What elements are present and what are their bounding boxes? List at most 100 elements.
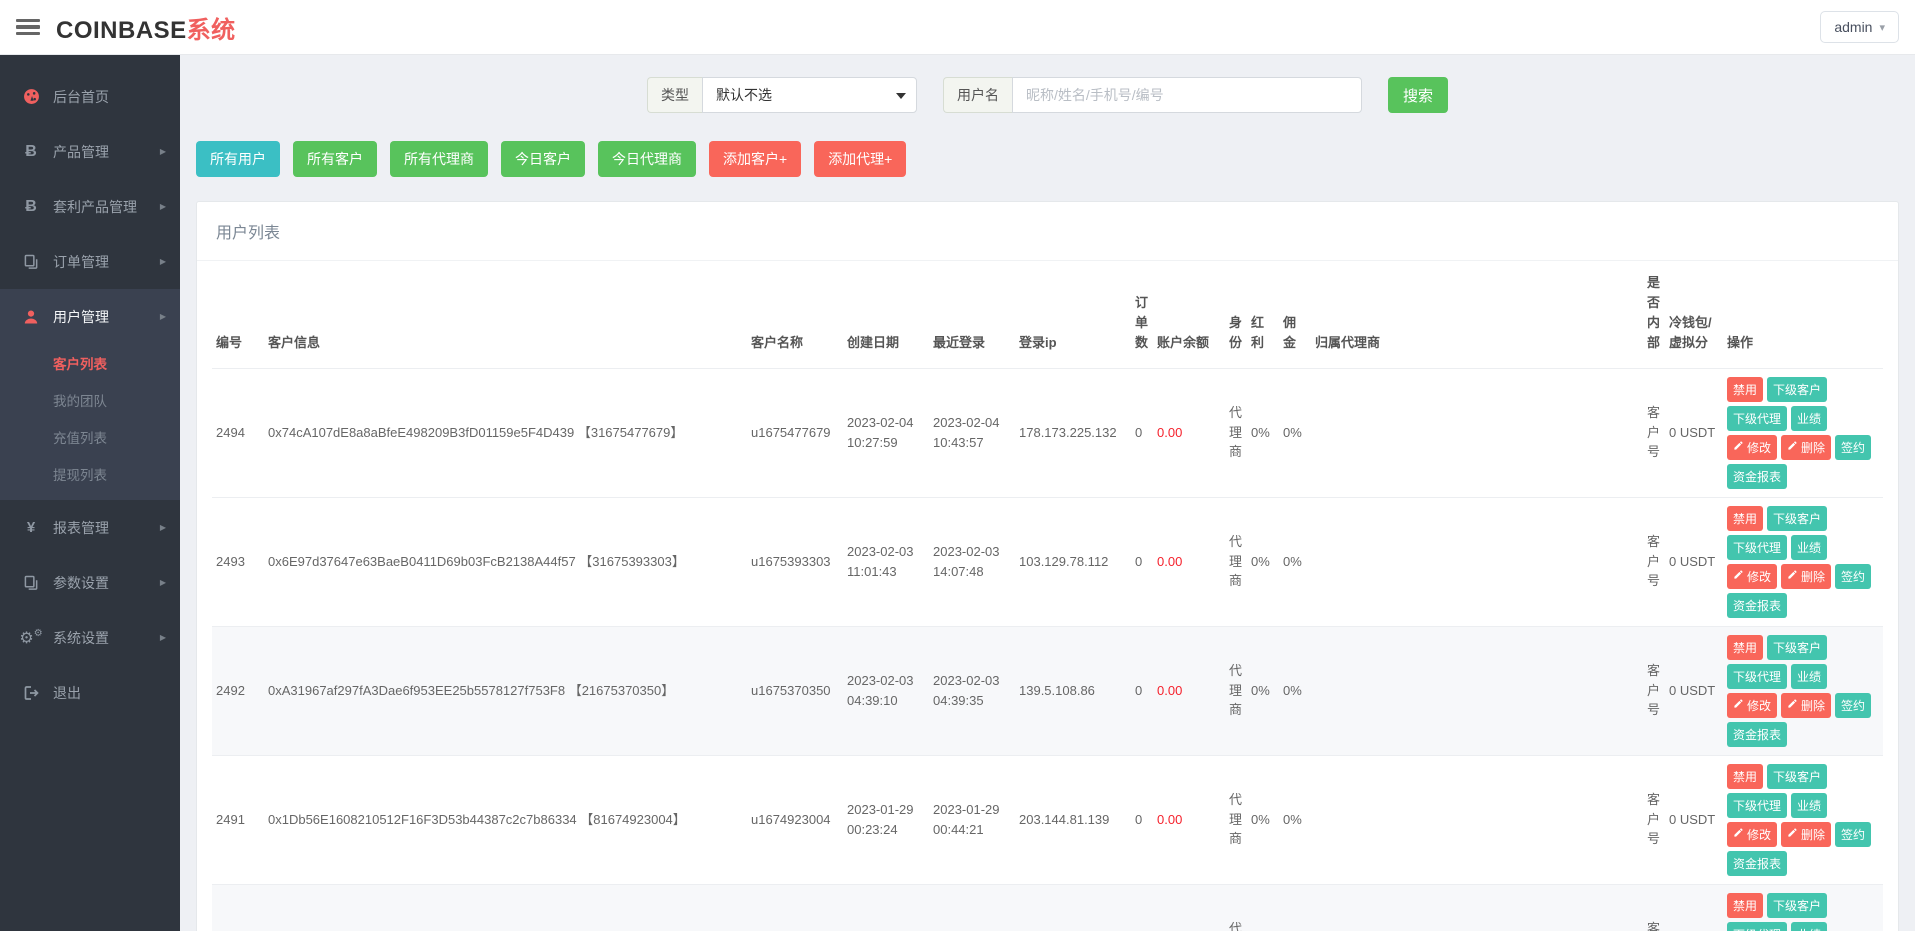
cell-orders: 0 bbox=[1131, 755, 1153, 884]
sidebar-subitem-deposit-list[interactable]: 充值列表 bbox=[0, 418, 180, 455]
action-sign-button[interactable]: 签约 bbox=[1835, 564, 1871, 589]
all-customers-button[interactable]: 所有客户 bbox=[293, 141, 377, 177]
cell-wallet: 0 USDT bbox=[1665, 755, 1723, 884]
action-label: 下级客户 bbox=[1773, 768, 1821, 785]
user-menu-label: admin bbox=[1834, 19, 1872, 35]
action-sign-button[interactable]: 签约 bbox=[1835, 693, 1871, 718]
search-button[interactable]: 搜索 bbox=[1388, 77, 1448, 113]
action-sub-agents-button[interactable]: 下级代理 bbox=[1727, 793, 1787, 818]
sidebar-item-products[interactable]: Ƀ产品管理▶ bbox=[0, 124, 180, 179]
action-fund-report-button[interactable]: 资金报表 bbox=[1727, 722, 1787, 747]
add-agent-button[interactable]: 添加代理+ bbox=[814, 141, 906, 177]
action-disable-button[interactable]: 禁用 bbox=[1727, 893, 1763, 918]
cell-identity: 代理商 bbox=[1225, 368, 1247, 497]
action-sub-agents-button[interactable]: 下级代理 bbox=[1727, 922, 1787, 931]
add-customer-button[interactable]: 添加客户+ bbox=[709, 141, 801, 177]
action-delete-button[interactable]: 删除 bbox=[1781, 564, 1831, 589]
action-sub-customers-button[interactable]: 下级客户 bbox=[1767, 506, 1827, 531]
sidebar-item-logout[interactable]: 退出 bbox=[0, 665, 180, 720]
action-sub-customers-button[interactable]: 下级客户 bbox=[1767, 377, 1827, 402]
cell-name: u1674922962 bbox=[747, 884, 843, 931]
cell-created: 2023-01-29 00:23:24 bbox=[843, 755, 929, 884]
action-sub-agents-button[interactable]: 下级代理 bbox=[1727, 406, 1787, 431]
menu-toggle-icon[interactable] bbox=[16, 19, 40, 36]
sidebar-subitem-withdraw-list[interactable]: 提现列表 bbox=[0, 455, 180, 492]
sidebar-item-label: 后台首页 bbox=[53, 87, 109, 107]
action-fund-report-button[interactable]: 资金报表 bbox=[1727, 464, 1787, 489]
users-table: 编号客户信息客户名称创建日期最近登录登录ip订单数账户余额身份红利佣金归属代理商… bbox=[212, 261, 1883, 931]
today-agents-button[interactable]: 今日代理商 bbox=[598, 141, 696, 177]
action-disable-button[interactable]: 禁用 bbox=[1727, 506, 1763, 531]
action-delete-button[interactable]: 删除 bbox=[1781, 435, 1831, 460]
cell-balance: 0.00 bbox=[1153, 755, 1225, 884]
action-label: 资金报表 bbox=[1733, 726, 1781, 743]
column-header: 身份 bbox=[1225, 261, 1247, 368]
sidebar-item-system[interactable]: ⚙⚙系统设置▶ bbox=[0, 610, 180, 665]
action-delete-button[interactable]: 删除 bbox=[1781, 822, 1831, 847]
chevron-right-icon: ▶ bbox=[160, 633, 166, 642]
type-select[interactable]: 默认不选 bbox=[702, 77, 917, 113]
sidebar-item-dashboard[interactable]: 后台首页 bbox=[0, 69, 180, 124]
all-users-button[interactable]: 所有用户 bbox=[196, 141, 280, 177]
action-disable-button[interactable]: 禁用 bbox=[1727, 764, 1763, 789]
action-disable-button[interactable]: 禁用 bbox=[1727, 635, 1763, 660]
sidebar-item-orders[interactable]: 订单管理▶ bbox=[0, 234, 180, 289]
main-content: 类型 默认不选 用户名 搜索 所有用户所有客户所有代理商今日客户今日代理商添加客… bbox=[180, 55, 1915, 931]
action-fund-report-button[interactable]: 资金报表 bbox=[1727, 593, 1787, 618]
action-edit-button[interactable]: 修改 bbox=[1727, 822, 1777, 847]
column-header: 创建日期 bbox=[843, 261, 929, 368]
cell-agent bbox=[1311, 368, 1643, 497]
sidebar-subitem-customer-list[interactable]: 客户列表 bbox=[0, 344, 180, 381]
chevron-right-icon: ▶ bbox=[160, 312, 166, 321]
sidebar-item-label: 退出 bbox=[53, 683, 81, 703]
action-sub-agents-button[interactable]: 下级代理 bbox=[1727, 535, 1787, 560]
pencil-icon bbox=[1787, 698, 1798, 712]
action-sign-button[interactable]: 签约 bbox=[1835, 435, 1871, 460]
today-customers-button[interactable]: 今日客户 bbox=[501, 141, 585, 177]
all-agents-button[interactable]: 所有代理商 bbox=[390, 141, 488, 177]
row-actions: 禁用下级客户下级代理业绩修改删除签约资金报表 bbox=[1727, 377, 1879, 489]
cell-id: 2493 bbox=[212, 497, 264, 626]
balance-value: 0.00 bbox=[1157, 425, 1182, 440]
action-fund-report-button[interactable]: 资金报表 bbox=[1727, 851, 1787, 876]
cell-name: u1675477679 bbox=[747, 368, 843, 497]
sidebar-item-reports[interactable]: ¥报表管理▶ bbox=[0, 500, 180, 555]
cell-wallet: 0 USDT bbox=[1665, 497, 1723, 626]
column-header: 订单数 bbox=[1131, 261, 1153, 368]
cell-agent bbox=[1311, 497, 1643, 626]
cell-created: 2023-02-03 04:39:10 bbox=[843, 626, 929, 755]
cell-ip: 178.173.225.132 bbox=[1015, 368, 1131, 497]
documents-icon bbox=[20, 254, 42, 270]
action-edit-button[interactable]: 修改 bbox=[1727, 435, 1777, 460]
action-sub-customers-button[interactable]: 下级客户 bbox=[1767, 764, 1827, 789]
action-sign-button[interactable]: 签约 bbox=[1835, 822, 1871, 847]
action-label: 下级代理 bbox=[1733, 539, 1781, 556]
table-row: 24930x6E97d37647e63BaeB0411D69b03FcB2138… bbox=[212, 497, 1883, 626]
username-input[interactable] bbox=[1012, 77, 1362, 113]
action-sub-customers-button[interactable]: 下级客户 bbox=[1767, 893, 1827, 918]
action-performance-button[interactable]: 业绩 bbox=[1791, 535, 1827, 560]
action-edit-button[interactable]: 修改 bbox=[1727, 693, 1777, 718]
action-label: 下级代理 bbox=[1733, 926, 1781, 931]
sidebar-item-params[interactable]: 参数设置▶ bbox=[0, 555, 180, 610]
sidebar-item-label: 套利产品管理 bbox=[53, 197, 137, 217]
sidebar-subitem-my-team[interactable]: 我的团队 bbox=[0, 381, 180, 418]
action-sub-agents-button[interactable]: 下级代理 bbox=[1727, 664, 1787, 689]
action-delete-button[interactable]: 删除 bbox=[1781, 693, 1831, 718]
action-sub-customers-button[interactable]: 下级客户 bbox=[1767, 635, 1827, 660]
action-disable-button[interactable]: 禁用 bbox=[1727, 377, 1763, 402]
brand-text: COINBASE bbox=[56, 17, 187, 44]
action-edit-button[interactable]: 修改 bbox=[1727, 564, 1777, 589]
action-label: 签约 bbox=[1841, 439, 1865, 456]
action-performance-button[interactable]: 业绩 bbox=[1791, 406, 1827, 431]
cell-id: 2491 bbox=[212, 755, 264, 884]
cell-name: u1674923004 bbox=[747, 755, 843, 884]
cell-ip: 203.144.81.139 bbox=[1015, 755, 1131, 884]
action-performance-button[interactable]: 业绩 bbox=[1791, 664, 1827, 689]
user-menu[interactable]: admin ▾ bbox=[1820, 11, 1899, 43]
table-header-row: 编号客户信息客户名称创建日期最近登录登录ip订单数账户余额身份红利佣金归属代理商… bbox=[212, 261, 1883, 368]
action-performance-button[interactable]: 业绩 bbox=[1791, 922, 1827, 931]
sidebar-item-users[interactable]: 用户管理▶ bbox=[0, 289, 180, 344]
action-performance-button[interactable]: 业绩 bbox=[1791, 793, 1827, 818]
sidebar-item-arbitrage-products[interactable]: Ƀ套利产品管理▶ bbox=[0, 179, 180, 234]
